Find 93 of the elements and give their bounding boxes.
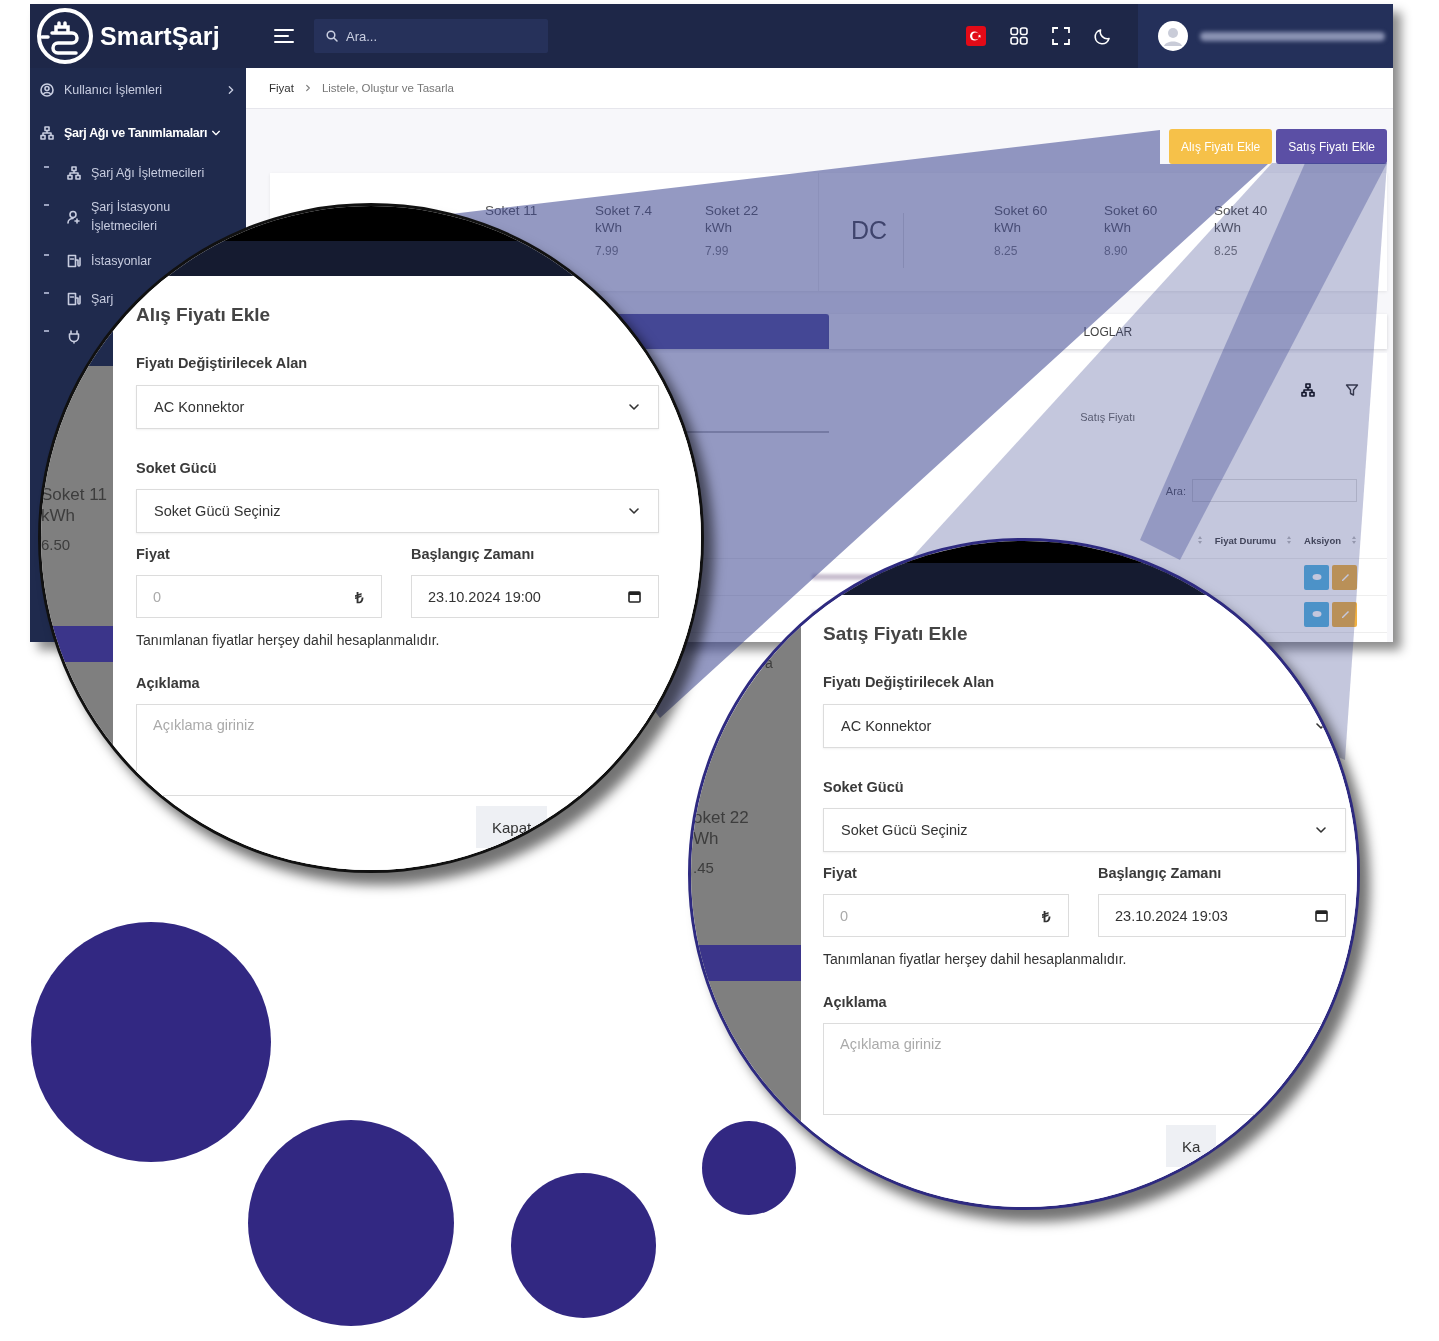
description-field[interactable]: Açıklama giriniz — [136, 704, 659, 796]
field-label: Fiyatı Değiştirilecek Alan — [823, 673, 996, 692]
socket-name: Soket 22 — [705, 202, 760, 219]
socket-unit: kWh — [1104, 219, 1132, 236]
search-label: Ara: — [1165, 484, 1186, 497]
avatar-icon — [1158, 21, 1188, 51]
moon-icon[interactable] — [1094, 27, 1112, 45]
user-menu[interactable] — [1138, 4, 1393, 68]
socket-name: Soket 60 — [1104, 202, 1159, 219]
calendar-icon — [628, 590, 641, 603]
backdrop-text: 6.50 — [41, 535, 72, 555]
brand-name: SmartŞarj — [100, 21, 220, 51]
eye-icon — [1311, 573, 1322, 581]
network-icon[interactable] — [1301, 383, 1315, 397]
breadcrumb-item: Listele, Oluştur ve Tasarla — [321, 82, 455, 94]
field-label: Soket Gücü — [823, 778, 905, 797]
dropdown[interactable]: AC Konnektor — [136, 385, 659, 429]
pencil-icon — [1339, 609, 1350, 619]
backdrop-text: Soket 11 — [41, 484, 108, 505]
search-field[interactable]: Ara... — [314, 19, 548, 53]
sidebar-item[interactable]: İstasyonlar — [30, 248, 158, 274]
socket-name: Soket 11 — [485, 202, 539, 219]
field-label: Fiyat — [823, 864, 858, 883]
field-label: Açıklama — [823, 993, 888, 1012]
socket-unit: kWh — [705, 219, 733, 236]
network-icon — [40, 126, 54, 140]
modal-title: Alış Fiyatı Ekle — [136, 303, 272, 327]
dropdown[interactable]: Soket Gücü Seçiniz — [136, 489, 659, 533]
socket-price: 8.25 — [1214, 244, 1239, 258]
chevron-down-icon — [1315, 824, 1327, 836]
dropdown[interactable]: Soket Gücü Seçiniz — [823, 808, 1346, 852]
sort-icon — [1196, 535, 1203, 545]
apps-grid-icon[interactable] — [1010, 27, 1028, 45]
column-header[interactable]: Aksiyon — [1304, 534, 1341, 546]
currency-symbol: ₺ — [355, 588, 364, 607]
socket-name: Soket 60 — [994, 202, 1049, 219]
backdrop-text: .45 — [693, 858, 715, 878]
search-field[interactable] — [1192, 479, 1357, 502]
date-field[interactable]: 23.10.2024 19:03 — [1098, 894, 1346, 937]
chevron-down-icon — [628, 401, 640, 413]
sort-icon — [1351, 535, 1357, 545]
socket-unit: kWh — [595, 219, 623, 236]
sidebar-item[interactable]: Şarj Ağı ve Tanımlamaları — [30, 117, 246, 149]
socket-unit: kWh — [1214, 219, 1242, 236]
chevron-down-icon — [211, 128, 222, 138]
close-button[interactable]: Kapat — [476, 806, 548, 848]
socket-name: Soket 7.4 — [595, 202, 654, 219]
date-field[interactable]: 23.10.2024 19:00 — [411, 575, 659, 618]
field-label: Başlangıç Zamanı — [1098, 864, 1223, 883]
column-header[interactable]: Fiyat Durumu — [1214, 534, 1277, 546]
modal-title: Satış Fiyatı Ekle — [823, 622, 969, 646]
chevron-right-icon — [226, 85, 236, 95]
sort-icon — [1286, 535, 1293, 545]
field-label: Başlangıç Zamanı — [411, 545, 536, 564]
dc-label: DC — [851, 213, 904, 268]
field-label: Soket Gücü — [136, 459, 218, 478]
charging-station-icon — [67, 254, 81, 268]
field-label: Açıklama — [136, 674, 201, 693]
chevron-down-icon — [628, 505, 640, 517]
socket-name: Soket 40 — [1214, 202, 1269, 219]
currency-symbol: ₺ — [1042, 907, 1051, 926]
sub-tab[interactable]: Satış Fiyatı — [828, 411, 1387, 431]
socket-price: 7.99 — [705, 244, 730, 258]
sidebar-item[interactable]: Şarj Ağı İşletmecileri — [30, 160, 211, 186]
close-button[interactable]: Ka — [1166, 1125, 1217, 1167]
field-label: Fiyat — [136, 545, 171, 564]
hint-text: Tanımlanan fiyatlar herşey dahil hesaplanmalıdır. — [136, 631, 441, 650]
field-label: Fiyatı Değiştirilecek Alan — [136, 354, 309, 373]
hint-text: Tanımlanan fiyatlar herşey dahil hesaplanmalıdır. — [823, 950, 1128, 969]
tab[interactable]: LOGLAR — [828, 314, 1387, 349]
fullscreen-icon[interactable] — [1052, 27, 1070, 45]
sidebar-item[interactable]: Kullanıcı İşlemleri — [30, 74, 246, 106]
person-icon — [67, 210, 81, 224]
network-icon — [67, 166, 81, 180]
eye-icon — [1311, 610, 1322, 618]
chevron-right-icon — [303, 84, 312, 92]
flag-icon[interactable] — [966, 26, 986, 46]
menu-icon[interactable] — [274, 28, 294, 44]
backdrop-text: Wh — [693, 828, 720, 849]
sidebar-item[interactable]: Şarj İstasyonu İşletmecileri — [30, 198, 187, 236]
charging-plug-logo-icon — [36, 7, 94, 65]
breadcrumb-item[interactable]: Fiyat — [269, 82, 294, 94]
user-icon — [40, 83, 54, 97]
backdrop-text: kWh — [41, 505, 76, 526]
socket-unit: kWh — [994, 219, 1022, 236]
add-price-button[interactable]: Satış Fiyatı Ekle — [1276, 129, 1387, 164]
calendar-icon — [1315, 909, 1328, 922]
pencil-icon — [1339, 572, 1350, 582]
socket-price: 8.90 — [1104, 244, 1129, 258]
socket-price: 8.25 — [994, 244, 1019, 258]
search-icon — [326, 30, 338, 42]
filter-icon[interactable] — [1345, 383, 1359, 397]
socket-price: 7.99 — [595, 244, 620, 258]
